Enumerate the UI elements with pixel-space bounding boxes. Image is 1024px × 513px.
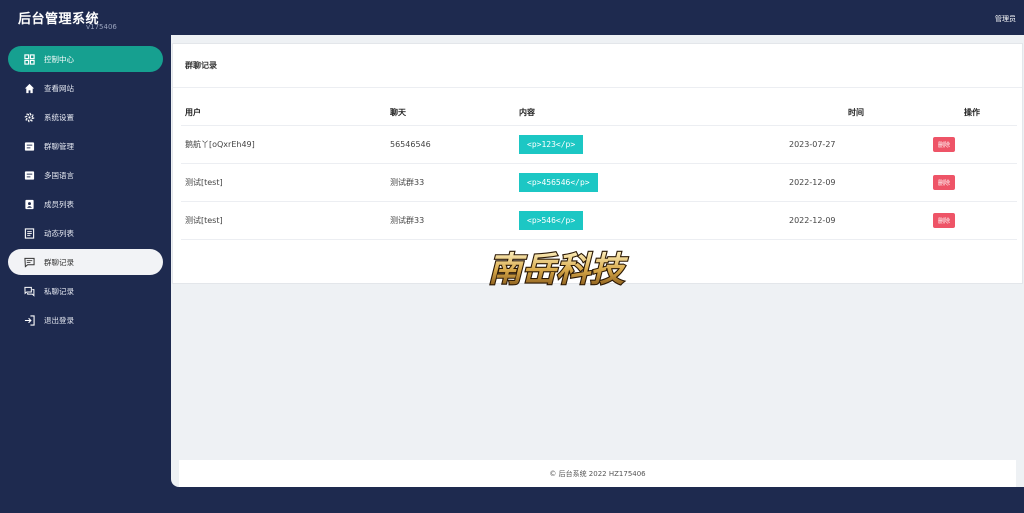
- content-tag: <p>546</p>: [519, 211, 584, 230]
- content-tag: <p>456546</p>: [519, 173, 598, 192]
- delete-button[interactable]: 删除: [933, 137, 956, 152]
- column-header-user: 用户: [185, 108, 201, 117]
- sidebar-item-private-chat-records[interactable]: 私聊记录: [8, 278, 163, 304]
- cell-time: 2022-12-09: [789, 216, 836, 225]
- sidebar-item-label: 退出登录: [44, 315, 74, 325]
- cell-time: 2023-07-27: [789, 140, 836, 149]
- sidebar-item-label: 群聊记录: [44, 257, 74, 267]
- cell-user: 鹅航丫[oQxrEh49]: [185, 140, 255, 149]
- sidebar-item-view-site[interactable]: 查看网站: [8, 75, 163, 101]
- sidebar-item-group-chat-admin[interactable]: 群聊管理: [8, 133, 163, 159]
- brand: 后台管理系统 v175406: [18, 8, 128, 34]
- content-tag: <p>123</p>: [519, 135, 584, 154]
- table-row: 测试[test] 测试群33 <p>546</p> 2022-12-09 删除: [181, 202, 1017, 240]
- gear-icon: [23, 111, 35, 123]
- records-table: 用户 聊天 内容 时间 操作 鹅航丫[oQxrEh49] 56546546 <p…: [181, 100, 1017, 240]
- home-icon: [23, 82, 35, 94]
- sidebar: 控制中心 查看网站 系统设置 群聊管理 多国语言 成员列表 动态列表 群聊记录 …: [8, 46, 163, 336]
- app-version: v175406: [86, 23, 117, 31]
- column-header-chat: 聊天: [390, 108, 406, 117]
- footer: © 后台系统 2022 HZ175406: [179, 460, 1016, 487]
- table-row: 测试[test] 测试群33 <p>456546</p> 2022-12-09 …: [181, 164, 1017, 202]
- column-header-time: 时间: [848, 108, 864, 117]
- admin-user-menu[interactable]: 管理员: [995, 14, 1016, 24]
- dashboard-icon: [23, 53, 35, 65]
- sidebar-item-label: 控制中心: [44, 54, 74, 64]
- cell-time: 2022-12-09: [789, 178, 836, 187]
- list-icon: [23, 169, 35, 181]
- cell-content: <p>546</p>: [519, 202, 584, 239]
- chats-icon: [23, 285, 35, 297]
- sidebar-item-dashboard[interactable]: 控制中心: [8, 46, 163, 72]
- watermark-logo: 南岳科技: [487, 249, 630, 291]
- sidebar-item-label: 多国语言: [44, 170, 74, 180]
- column-header-action: 操作: [964, 108, 980, 117]
- contacts-icon: [23, 198, 35, 210]
- cell-user: 测试[test]: [185, 178, 223, 187]
- delete-button[interactable]: 删除: [933, 213, 956, 228]
- cell-action: 删除: [933, 164, 956, 201]
- sidebar-item-languages[interactable]: 多国语言: [8, 162, 163, 188]
- sidebar-item-members[interactable]: 成员列表: [8, 191, 163, 217]
- chat-icon: [23, 256, 35, 268]
- delete-button[interactable]: 删除: [933, 175, 956, 190]
- sidebar-item-logout[interactable]: 退出登录: [8, 307, 163, 333]
- table-header: 用户 聊天 内容 时间 操作: [181, 100, 1017, 126]
- logout-icon: [23, 314, 35, 326]
- cell-user: 测试[test]: [185, 216, 223, 225]
- watermark-text: 南岳科技: [488, 250, 629, 290]
- cell-chat: 测试群33: [390, 216, 425, 225]
- page-title: 群聊记录: [173, 44, 1022, 88]
- table-row: 鹅航丫[oQxrEh49] 56546546 <p>123</p> 2023-0…: [181, 126, 1017, 164]
- cell-action: 删除: [933, 202, 956, 239]
- sidebar-item-label: 动态列表: [44, 228, 74, 238]
- sidebar-item-label: 私聊记录: [44, 286, 74, 296]
- sidebar-item-group-chat-records[interactable]: 群聊记录: [8, 249, 163, 275]
- document-icon: [23, 227, 35, 239]
- cell-action: 删除: [933, 126, 956, 163]
- sidebar-item-label: 查看网站: [44, 83, 74, 93]
- column-header-content: 内容: [519, 108, 535, 117]
- sidebar-item-settings[interactable]: 系统设置: [8, 104, 163, 130]
- main-content: 群聊记录 用户 聊天 内容 时间 操作 鹅航丫[oQxrEh49] 565465…: [171, 35, 1024, 487]
- sidebar-item-label: 群聊管理: [44, 141, 74, 151]
- cell-chat: 测试群33: [390, 178, 425, 187]
- cell-content: <p>456546</p>: [519, 164, 598, 201]
- list-icon: [23, 140, 35, 152]
- cell-content: <p>123</p>: [519, 126, 584, 163]
- sidebar-item-label: 系统设置: [44, 112, 74, 122]
- sidebar-item-label: 成员列表: [44, 199, 74, 209]
- sidebar-item-feeds[interactable]: 动态列表: [8, 220, 163, 246]
- cell-chat: 56546546: [390, 140, 431, 149]
